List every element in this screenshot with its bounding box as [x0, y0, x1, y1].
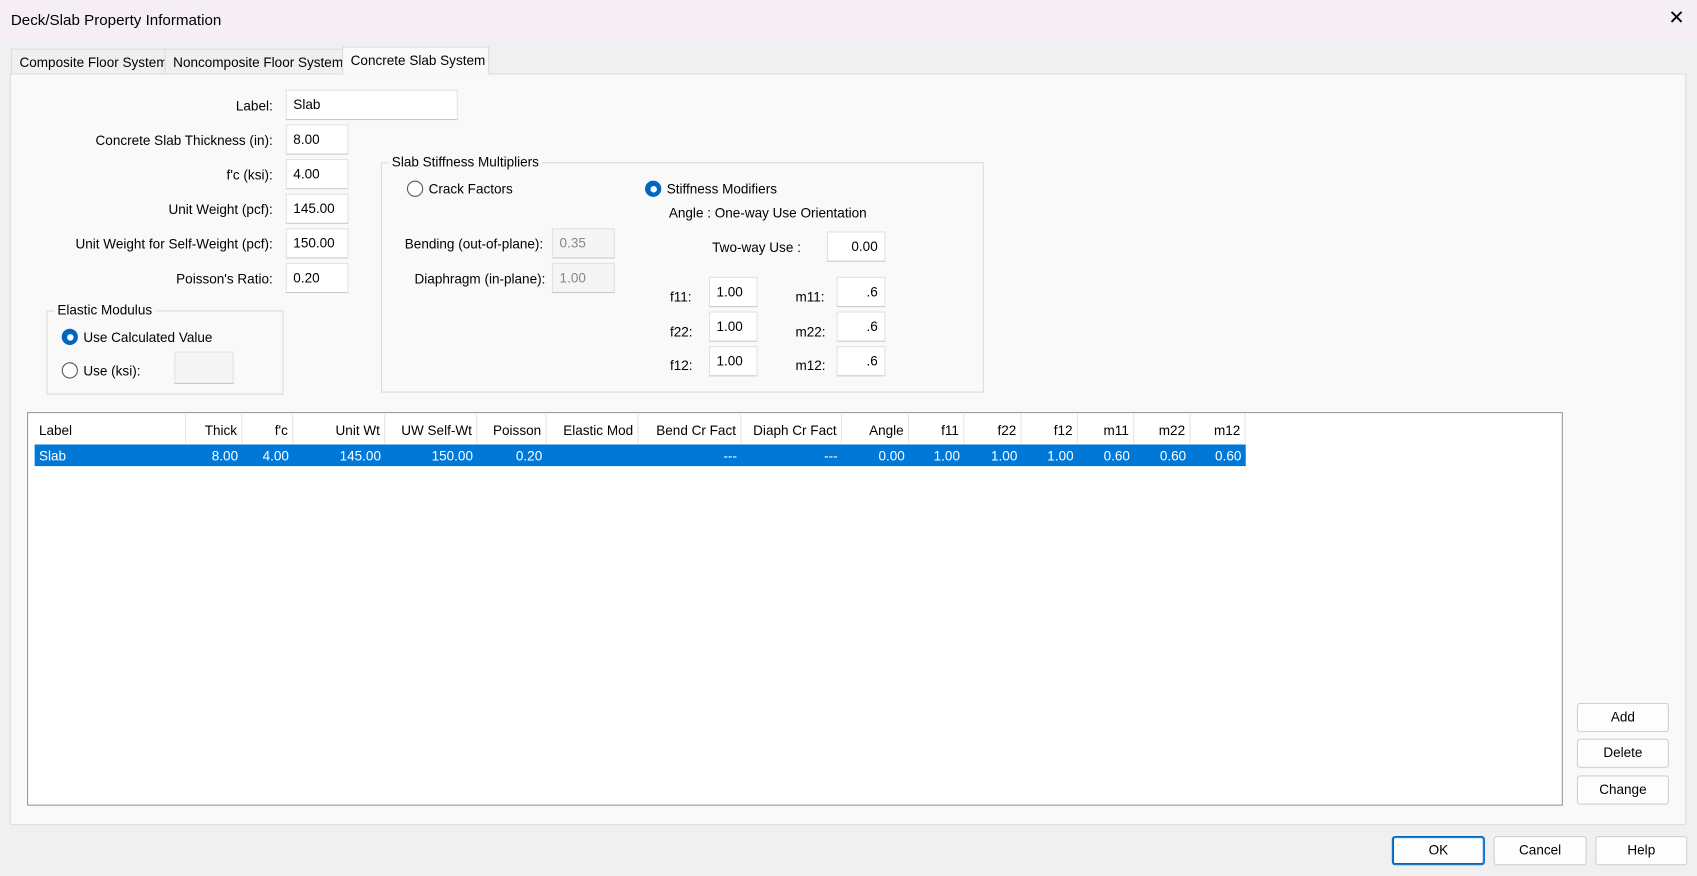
table-cell: 1.00 — [1047, 448, 1074, 464]
table-header: Label Thick f'c Unit Wt UW Self-Wt Poisson Ela… — [35, 414, 1246, 444]
use-ksi-radio[interactable]: Use (ksi): — [61, 362, 141, 379]
elastic-modulus-input[interactable] — [174, 351, 234, 384]
bending-label: Bending (out-of-plane): — [404, 236, 544, 252]
slab-stiffness-title: Slab Stiffness Multipliers — [388, 154, 543, 170]
radio-unselected-icon — [61, 362, 78, 379]
delete-button[interactable]: Delete — [1576, 738, 1669, 768]
column-header[interactable]: m22 — [1134, 414, 1191, 444]
column-header[interactable]: Bend Cr Fact — [639, 414, 742, 444]
m12-label: m12: — [795, 357, 826, 374]
tab-noncomposite-floor[interactable]: Noncomposite Floor System — [164, 48, 343, 75]
cancel-button[interactable]: Cancel — [1493, 835, 1587, 866]
use-ksi-label: Use (ksi): — [83, 362, 141, 378]
diaphragm-input[interactable]: 1.00 — [551, 262, 615, 294]
column-header[interactable]: f22 — [964, 414, 1022, 444]
two-way-label: Two-way Use : — [712, 240, 801, 256]
tab-composite-floor[interactable]: Composite Floor System — [10, 48, 168, 75]
label-label: Label: — [235, 98, 273, 114]
column-header[interactable]: Unit Wt — [293, 414, 386, 444]
m11-input[interactable]: .6 — [836, 276, 886, 308]
diaphragm-label: Diaphragm (in-plane): — [414, 271, 546, 287]
column-header[interactable]: Poisson — [477, 414, 547, 444]
ok-button[interactable]: OK — [1391, 835, 1485, 866]
unit-weight-self-input[interactable]: 150.00 — [285, 228, 349, 259]
column-header[interactable]: f'c — [242, 414, 294, 444]
table-cell: 0.60 — [1159, 448, 1187, 464]
title-bar: Deck/Slab Property Information ✕ — [0, 0, 1697, 39]
table-cell: --- — [723, 448, 738, 464]
column-header[interactable]: Angle — [842, 414, 910, 444]
add-button[interactable]: Add — [1576, 702, 1669, 733]
table-cell: --- — [824, 448, 838, 464]
table-cell: 0.00 — [878, 448, 905, 464]
thickness-input[interactable]: 8.00 — [285, 124, 349, 155]
table-cell: 0.60 — [1215, 448, 1242, 464]
close-icon[interactable]: ✕ — [1665, 6, 1689, 29]
column-header[interactable]: Label — [35, 414, 187, 444]
table-cell: 145.00 — [339, 448, 381, 464]
table-cell: 150.00 — [431, 448, 473, 464]
fc-label: f'c (ksi): — [226, 167, 273, 183]
column-header[interactable]: f12 — [1022, 414, 1078, 444]
f12-input[interactable]: 1.00 — [708, 346, 758, 377]
angle-label: Angle : One-way Use Orientation — [668, 205, 867, 221]
radio-unselected-icon — [406, 180, 424, 197]
slab-table[interactable]: Label Thick f'c Unit Wt UW Self-Wt Poisson Ela… — [27, 412, 1563, 806]
stiffness-modifiers-radio[interactable]: Stiffness Modifiers — [645, 180, 777, 197]
column-header[interactable]: Thick — [186, 414, 243, 444]
window-title: Deck/Slab Property Information — [10, 10, 222, 29]
use-calculated-radio[interactable]: Use Calculated Value — [61, 328, 213, 345]
thickness-label: Concrete Slab Thickness (in): — [95, 133, 273, 149]
poisson-input[interactable]: 0.20 — [285, 262, 349, 294]
radio-selected-icon — [645, 180, 662, 197]
unit-weight-self-label: Unit Weight for Self-Weight (pcf): — [75, 236, 273, 252]
crack-factors-radio[interactable]: Crack Factors — [406, 180, 513, 197]
m11-label: m11: — [795, 289, 825, 305]
table-cell: Slab — [38, 448, 67, 464]
column-header[interactable]: UW Self-Wt — [385, 414, 478, 444]
poisson-label: Poisson's Ratio: — [176, 271, 273, 287]
table-cell: 8.00 — [211, 448, 239, 464]
unit-weight-input[interactable]: 145.00 — [285, 193, 349, 224]
f11-input[interactable]: 1.00 — [708, 276, 758, 308]
unit-weight-label: Unit Weight (pcf): — [168, 202, 273, 218]
table-cell: 1.00 — [991, 448, 1018, 464]
f22-input[interactable]: 1.00 — [708, 311, 758, 342]
f12-label: f12: — [669, 357, 693, 374]
m12-input[interactable]: .6 — [836, 346, 886, 377]
table-cell: 1.00 — [933, 448, 961, 464]
table-cell: 0.60 — [1103, 448, 1130, 464]
change-button[interactable]: Change — [1576, 775, 1669, 805]
column-header[interactable]: f11 — [909, 414, 965, 444]
f11-label: f11: — [669, 289, 692, 305]
m22-input[interactable]: .6 — [836, 311, 886, 342]
elastic-modulus-title: Elastic Modulus — [54, 302, 156, 318]
m22-label: m22: — [795, 324, 826, 340]
use-calculated-label: Use Calculated Value — [83, 329, 213, 345]
table-cell: 0.20 — [515, 448, 543, 464]
f22-label: f22: — [669, 324, 693, 340]
table-row[interactable]: Slab 8.00 4.00 145.00 150.00 0.20 --- --- 0.00 1.… — [34, 444, 1246, 467]
bending-input[interactable]: 0.35 — [551, 228, 615, 259]
column-header[interactable]: m11 — [1078, 414, 1135, 444]
help-button[interactable]: Help — [1595, 835, 1688, 866]
crack-factors-label: Crack Factors — [428, 181, 513, 197]
column-header[interactable]: Elastic Mod — [547, 414, 639, 444]
tab-concrete-slab[interactable]: Concrete Slab System — [342, 46, 490, 75]
radio-selected-icon — [61, 328, 78, 345]
label-input[interactable]: Slab — [285, 89, 458, 121]
column-header[interactable]: Diaph Cr Fact — [741, 414, 843, 444]
column-header[interactable]: m12 — [1191, 414, 1246, 444]
two-way-input[interactable]: 0.00 — [826, 231, 886, 262]
fc-input[interactable]: 4.00 — [285, 158, 349, 190]
table-cell: 4.00 — [262, 448, 289, 464]
stiffness-modifiers-label: Stiffness Modifiers — [666, 181, 777, 197]
table-cell — [547, 444, 639, 466]
elastic-modulus-group — [46, 310, 284, 395]
